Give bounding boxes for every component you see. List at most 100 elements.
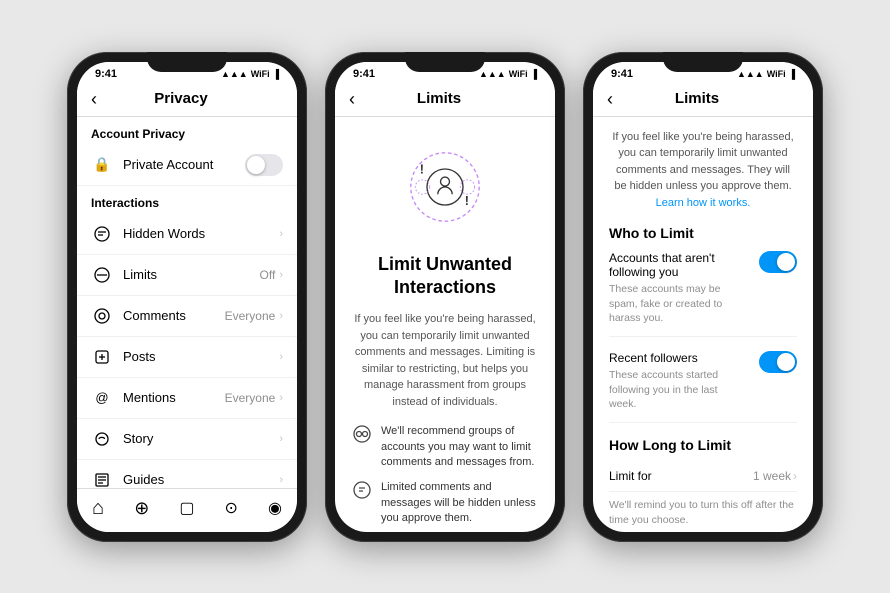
- limits-intro-desc: If you feel like you're being harassed, …: [353, 311, 537, 410]
- limits-intro-screen: ! ! Limit Unwanted Interactions If you f…: [335, 117, 555, 532]
- notch-3: [663, 52, 743, 72]
- comments-value: Everyone: [225, 309, 276, 323]
- menu-item-mentions[interactable]: @ Mentions Everyone ›: [77, 378, 297, 419]
- status-icons: ▲▲▲ WiFi ▐: [221, 69, 279, 79]
- back-button-2[interactable]: ‹: [349, 90, 355, 108]
- chevron-icon: ›: [279, 310, 283, 322]
- back-button-3[interactable]: ‹: [607, 90, 613, 108]
- limits-value: Off: [260, 268, 276, 282]
- wifi-icon: WiFi: [251, 69, 270, 79]
- non-followers-label: Accounts that aren't following you: [609, 251, 747, 279]
- status-icons-3: ▲▲▲ WiFi ▐: [737, 69, 795, 79]
- limit-for-value: 1 week ›: [753, 469, 797, 483]
- status-time-2: 9:41: [353, 68, 375, 80]
- hidden-words-icon: [91, 223, 113, 245]
- status-icons-2: ▲▲▲ WiFi ▐: [479, 69, 537, 79]
- guides-label: Guides: [123, 472, 279, 487]
- tab-home[interactable]: ⌂: [92, 497, 104, 520]
- limit-option-recent-followers[interactable]: Recent followers These accounts started …: [609, 351, 797, 423]
- menu-item-private-account[interactable]: 🔒 Private Account: [77, 145, 297, 186]
- back-button[interactable]: ‹: [91, 90, 97, 108]
- lock-icon: 🔒: [91, 154, 113, 176]
- tab-camera[interactable]: ▢: [179, 498, 194, 518]
- private-account-toggle[interactable]: [245, 154, 283, 176]
- who-to-limit-title: Who to Limit: [609, 225, 797, 241]
- nav-bar-limits-2: ‹ Limits: [593, 82, 813, 117]
- feature-item-2: Limited comments and messages will be hi…: [353, 480, 537, 526]
- nav-bar-limits: ‹ Limits: [335, 82, 555, 117]
- chevron-icon: ›: [279, 433, 283, 445]
- learn-link[interactable]: Learn how it works.: [656, 197, 751, 209]
- privacy-screen-content[interactable]: Account Privacy 🔒 Private Account Intera…: [77, 117, 297, 488]
- chevron-icon: ›: [279, 392, 283, 404]
- menu-item-story[interactable]: Story ›: [77, 419, 297, 460]
- status-time-3: 9:41: [611, 68, 633, 80]
- non-followers-sub: These accounts may be spam, fake or crea…: [609, 282, 747, 326]
- guides-icon: [91, 469, 113, 488]
- limits-illustration: ! !: [395, 137, 495, 237]
- notch: [405, 52, 485, 72]
- toggle-knob: [247, 156, 265, 174]
- chevron-icon: ›: [279, 228, 283, 240]
- scene: 9:41 ▲▲▲ WiFi ▐ ‹ Privacy Account Privac…: [47, 32, 843, 562]
- menu-item-guides[interactable]: Guides ›: [77, 460, 297, 488]
- feature-icon-1: [353, 425, 371, 448]
- signal-icon: ▲▲▲: [221, 69, 248, 79]
- comments-label: Comments: [123, 308, 225, 323]
- nav-bar-privacy: ‹ Privacy: [77, 82, 297, 117]
- wifi-icon-2: WiFi: [509, 69, 528, 79]
- comments-icon: [91, 305, 113, 327]
- mentions-value: Everyone: [225, 391, 276, 405]
- toggle-knob-rf: [777, 353, 795, 371]
- section-interactions: Interactions: [77, 186, 297, 214]
- toggle-knob-nf: [777, 253, 795, 271]
- mentions-label: Mentions: [123, 390, 225, 405]
- limits-icon: [91, 264, 113, 286]
- posts-icon: [91, 346, 113, 368]
- signal-icon-3: ▲▲▲: [737, 69, 764, 79]
- chevron-icon: ›: [279, 474, 283, 486]
- section-account-privacy: Account Privacy: [77, 117, 297, 145]
- limit-option-non-followers[interactable]: Accounts that aren't following you These…: [609, 251, 797, 337]
- menu-item-comments[interactable]: Comments Everyone ›: [77, 296, 297, 337]
- svg-text:!: !: [465, 194, 469, 208]
- tab-profile[interactable]: ◉: [268, 498, 282, 518]
- battery-icon: ▐: [273, 69, 279, 79]
- feature-icon-2: [353, 481, 371, 504]
- recent-followers-sub: These accounts started following you in …: [609, 368, 747, 412]
- nav-title-2: Limits: [363, 90, 515, 107]
- feature-text-1: We'll recommend groups of accounts you m…: [381, 424, 537, 470]
- tab-shop[interactable]: ⊙: [225, 498, 238, 518]
- hidden-words-label: Hidden Words: [123, 226, 279, 241]
- mentions-icon: @: [91, 387, 113, 409]
- limits-intro-title: Limit Unwanted Interactions: [353, 253, 537, 300]
- wifi-icon-3: WiFi: [767, 69, 786, 79]
- menu-item-hidden-words[interactable]: Hidden Words ›: [77, 214, 297, 255]
- limits-top-desc: If you feel like you're being harassed, …: [609, 129, 797, 212]
- signal-icon-2: ▲▲▲: [479, 69, 506, 79]
- menu-item-posts[interactable]: Posts ›: [77, 337, 297, 378]
- status-time: 9:41: [95, 68, 117, 80]
- limit-for-row[interactable]: Limit for 1 week ›: [609, 461, 797, 492]
- turn-on-note: We'll remind you to turn this off after …: [609, 498, 797, 527]
- recent-followers-toggle[interactable]: [759, 351, 797, 373]
- posts-label: Posts: [123, 349, 279, 364]
- phone-limits-settings: 9:41 ▲▲▲ WiFi ▐ ‹ Limits If you feel lik…: [583, 52, 823, 542]
- svg-text:!: !: [420, 162, 424, 176]
- nav-title: Privacy: [105, 90, 257, 107]
- nav-title-3: Limits: [621, 90, 773, 107]
- phone-privacy: 9:41 ▲▲▲ WiFi ▐ ‹ Privacy Account Privac…: [67, 52, 307, 542]
- tab-search[interactable]: ⊕: [134, 498, 149, 519]
- phone-limits-intro: 9:41 ▲▲▲ WiFi ▐ ‹ Limits: [325, 52, 565, 542]
- non-followers-toggle[interactable]: [759, 251, 797, 273]
- battery-icon-2: ▐: [531, 69, 537, 79]
- battery-icon-3: ▐: [789, 69, 795, 79]
- menu-item-limits[interactable]: Limits Off ›: [77, 255, 297, 296]
- recent-followers-label: Recent followers: [609, 351, 747, 365]
- how-long-title: How Long to Limit: [609, 437, 797, 453]
- chevron-icon: ›: [279, 269, 283, 281]
- limits-label: Limits: [123, 267, 260, 282]
- bottom-tabs: ⌂ ⊕ ▢ ⊙ ◉: [77, 488, 297, 532]
- limits-settings-screen[interactable]: If you feel like you're being harassed, …: [593, 117, 813, 532]
- limit-for-label: Limit for: [609, 469, 652, 483]
